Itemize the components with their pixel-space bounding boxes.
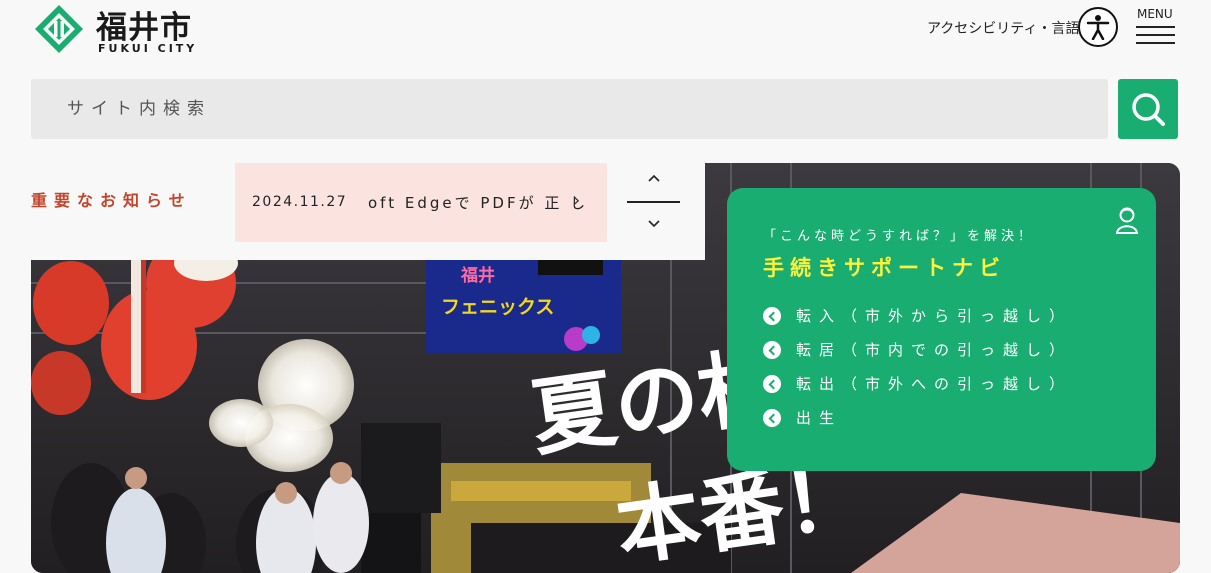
chevron-down-icon[interactable] [645,216,663,232]
logo-subtext: FUKUI CITY [98,42,198,55]
navi-item-label: 転出（市外への引っ越し） [796,375,1073,393]
hero-sign-top: 福井 [460,265,495,286]
notice-label: 重要なお知らせ [31,191,192,210]
chevron-right-icon: › [573,190,581,211]
chevron-left-icon [763,307,781,325]
person-support-icon [1115,207,1139,234]
chevron-up-icon[interactable] [645,170,663,186]
chevron-left-icon [763,341,781,359]
accessibility-button[interactable] [1078,7,1118,47]
logo-text: 福井市 [96,10,192,46]
chevron-left-icon [763,375,781,393]
search-input[interactable] [31,79,1108,139]
notice-divider [627,201,680,203]
site-logo[interactable]: 福井市 FUKUI CITY [34,4,204,56]
notice-item[interactable]: 2024.11.27 oft Edgeで PDFが 正 し › [235,163,607,242]
menu-button[interactable]: MENU [1136,7,1176,47]
accessibility-language-link[interactable]: アクセシビリティ・言語 [927,18,1079,38]
chevron-left-icon [763,409,781,427]
menu-label: MENU [1137,7,1173,21]
fukui-city-emblem-icon [35,5,83,53]
navi-item-label: 出生 [796,409,843,427]
navi-item-label: 転居（市内での引っ越し） [796,341,1073,359]
procedure-support-navi: 「こんな時どうすれば？」を解決！ 手続きサポートナビ 転入（市外から引っ越し） … [727,188,1156,471]
navi-title: 手続きサポートナビ [763,256,1006,280]
accessibility-person-icon [1086,15,1110,40]
hero-sign-main: フェニックス [441,296,554,318]
notice-text: oft Edgeで PDFが 正 し [368,194,589,212]
search-icon [1132,93,1165,126]
notice-date: 2024.11.27 [252,194,348,210]
navi-subtitle: 「こんな時どうすれば？」を解決！ [763,229,1036,244]
search-button[interactable] [1118,79,1178,139]
navi-item-label: 転入（市外から引っ越し） [796,307,1073,325]
